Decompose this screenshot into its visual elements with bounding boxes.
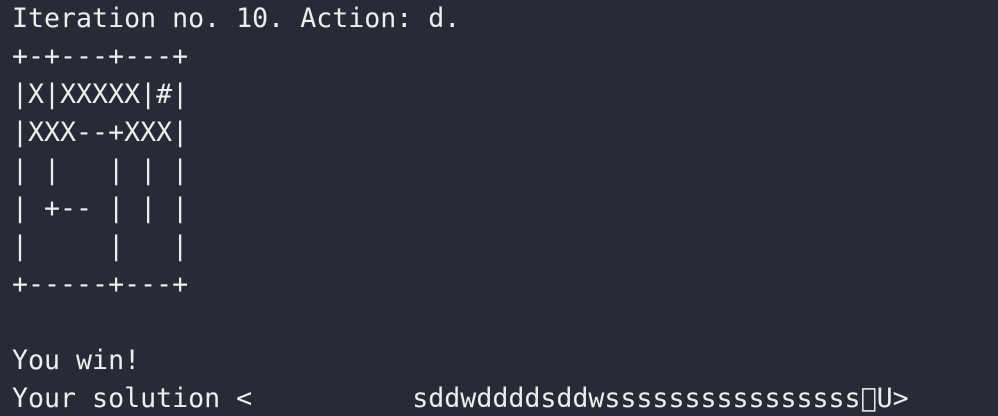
maze-row-2: |X|XXXXX|#| [12, 79, 189, 110]
maze-row-7: +-----+---+ [12, 269, 189, 300]
iteration-status-line: Iteration no. 10. Action: d. [12, 3, 461, 34]
maze-row-6: | | | [12, 231, 189, 262]
maze-row-3: |XXX--+XXX| [12, 117, 189, 148]
terminal-window[interactable]: Iteration no. 10. Action: d. +-+---+---+… [0, 0, 998, 416]
maze-row-4: | | | | | [12, 155, 189, 186]
win-message: You win! [12, 345, 141, 376]
solution-line: Your solution < sddwddddsddwssssssssssss… [12, 383, 909, 414]
maze-row-5: | +-- | | | [12, 193, 189, 224]
maze-row-1: +-+---+---+ [12, 41, 189, 72]
